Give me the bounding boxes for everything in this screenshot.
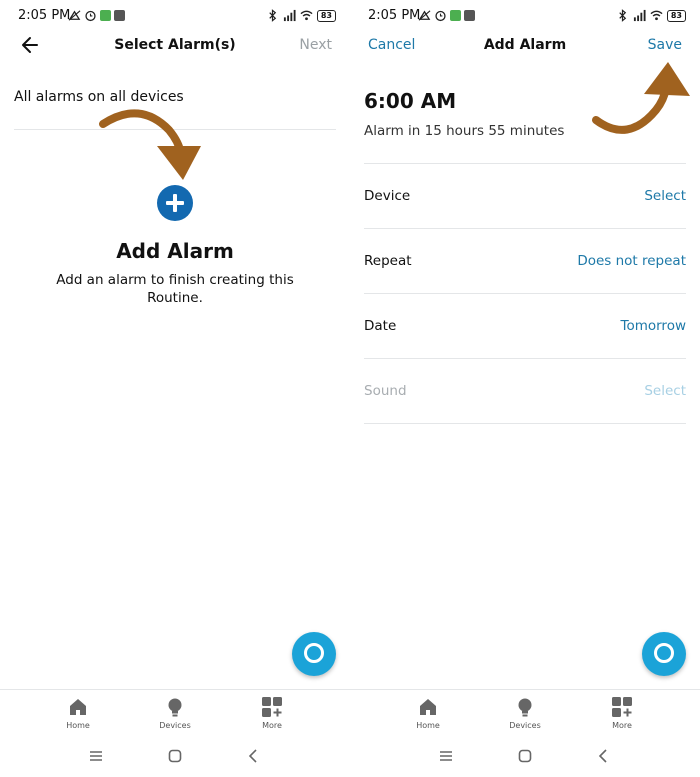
- alexa-button[interactable]: [642, 632, 686, 676]
- lightbulb-icon: [168, 698, 182, 717]
- sound-select-link: Select: [644, 383, 686, 399]
- row-label: Device: [364, 188, 411, 204]
- next-button[interactable]: Next: [299, 37, 332, 53]
- wifi-icon: [300, 10, 313, 21]
- sound-row: Sound Select: [364, 358, 686, 423]
- app-icon: [100, 10, 111, 21]
- tab-devices[interactable]: Devices: [495, 696, 555, 730]
- alarm-clock-icon: [435, 10, 446, 22]
- row-label: Date: [364, 318, 397, 334]
- status-time: 2:05 PM: [368, 8, 421, 23]
- battery-icon: 83: [666, 9, 686, 22]
- bluetooth-icon: [269, 9, 277, 22]
- grid-plus-icon: [612, 697, 632, 717]
- battery-icon: 83: [316, 9, 336, 22]
- divider: [14, 129, 336, 130]
- tab-label: Home: [416, 721, 440, 730]
- status-bar: 2:05 PM 83: [350, 8, 700, 28]
- tab-home[interactable]: Home: [48, 696, 108, 730]
- annotation-arrow-icon: [592, 62, 690, 134]
- add-alarm-button[interactable]: [157, 185, 193, 221]
- system-navigation-bar: [350, 740, 700, 772]
- app-icon: [464, 10, 475, 21]
- status-time: 2:05 PM: [18, 8, 71, 23]
- bluetooth-icon: [619, 9, 627, 22]
- tab-label: Devices: [159, 721, 191, 730]
- system-home-icon[interactable]: [516, 747, 534, 765]
- system-home-icon[interactable]: [166, 747, 184, 765]
- alarm-clock-icon: [85, 10, 96, 22]
- tab-devices[interactable]: Devices: [145, 696, 205, 730]
- grid-plus-icon: [262, 697, 282, 717]
- alexa-button[interactable]: [292, 632, 336, 676]
- notification-icon: [418, 10, 431, 21]
- recent-apps-icon[interactable]: [87, 747, 105, 765]
- system-navigation-bar: [0, 740, 350, 772]
- add-alarm-screen: 2:05 PM 83 Cancel Add Alarm Save 6:00 AM…: [350, 0, 700, 777]
- tab-label: Devices: [509, 721, 541, 730]
- app-icon: [114, 10, 125, 21]
- alarm-countdown: Alarm in 15 hours 55 minutes: [364, 123, 565, 139]
- signal-icon: [283, 9, 296, 22]
- page-title: Select Alarm(s): [114, 37, 236, 53]
- tab-home[interactable]: Home: [398, 696, 458, 730]
- system-back-icon[interactable]: [595, 747, 613, 765]
- device-row[interactable]: Device Select: [364, 163, 686, 228]
- bottom-tab-bar: Home Devices More: [350, 689, 700, 735]
- repeat-value-link[interactable]: Does not repeat: [577, 253, 686, 269]
- recent-apps-icon[interactable]: [437, 747, 455, 765]
- status-bar: 2:05 PM 83: [0, 8, 350, 28]
- add-alarm-title: Add Alarm: [116, 239, 234, 263]
- notification-icon: [68, 10, 81, 21]
- signal-icon: [633, 9, 646, 22]
- alarm-time[interactable]: 6:00 AM: [364, 89, 456, 113]
- top-navigation: Select Alarm(s) Next: [0, 30, 350, 62]
- annotation-arrow-icon: [99, 109, 201, 180]
- tab-more[interactable]: More: [592, 696, 652, 730]
- tab-label: More: [262, 721, 282, 730]
- home-icon: [70, 699, 86, 715]
- row-label: Repeat: [364, 253, 412, 269]
- all-alarms-option[interactable]: All alarms on all devices: [14, 89, 184, 105]
- tab-more[interactable]: More: [242, 696, 302, 730]
- repeat-row[interactable]: Repeat Does not repeat: [364, 228, 686, 293]
- tab-label: Home: [66, 721, 90, 730]
- home-icon: [420, 699, 436, 715]
- select-alarms-screen: 2:05 PM 83 Select Alarm(s) Next All alar…: [0, 0, 350, 777]
- row-label: Sound: [364, 383, 407, 399]
- date-row[interactable]: Date Tomorrow: [364, 293, 686, 358]
- system-back-icon[interactable]: [245, 747, 263, 765]
- tab-label: More: [612, 721, 632, 730]
- bottom-tab-bar: Home Devices More: [0, 689, 350, 735]
- device-select-link[interactable]: Select: [644, 188, 686, 204]
- divider: [364, 423, 686, 424]
- top-navigation: Cancel Add Alarm Save: [350, 30, 700, 62]
- lightbulb-icon: [518, 698, 532, 717]
- add-alarm-description: Add an alarm to finish creating this Rou…: [56, 272, 294, 306]
- wifi-icon: [650, 10, 663, 21]
- date-value-link[interactable]: Tomorrow: [621, 318, 687, 334]
- save-button[interactable]: Save: [648, 37, 682, 53]
- app-icon: [450, 10, 461, 21]
